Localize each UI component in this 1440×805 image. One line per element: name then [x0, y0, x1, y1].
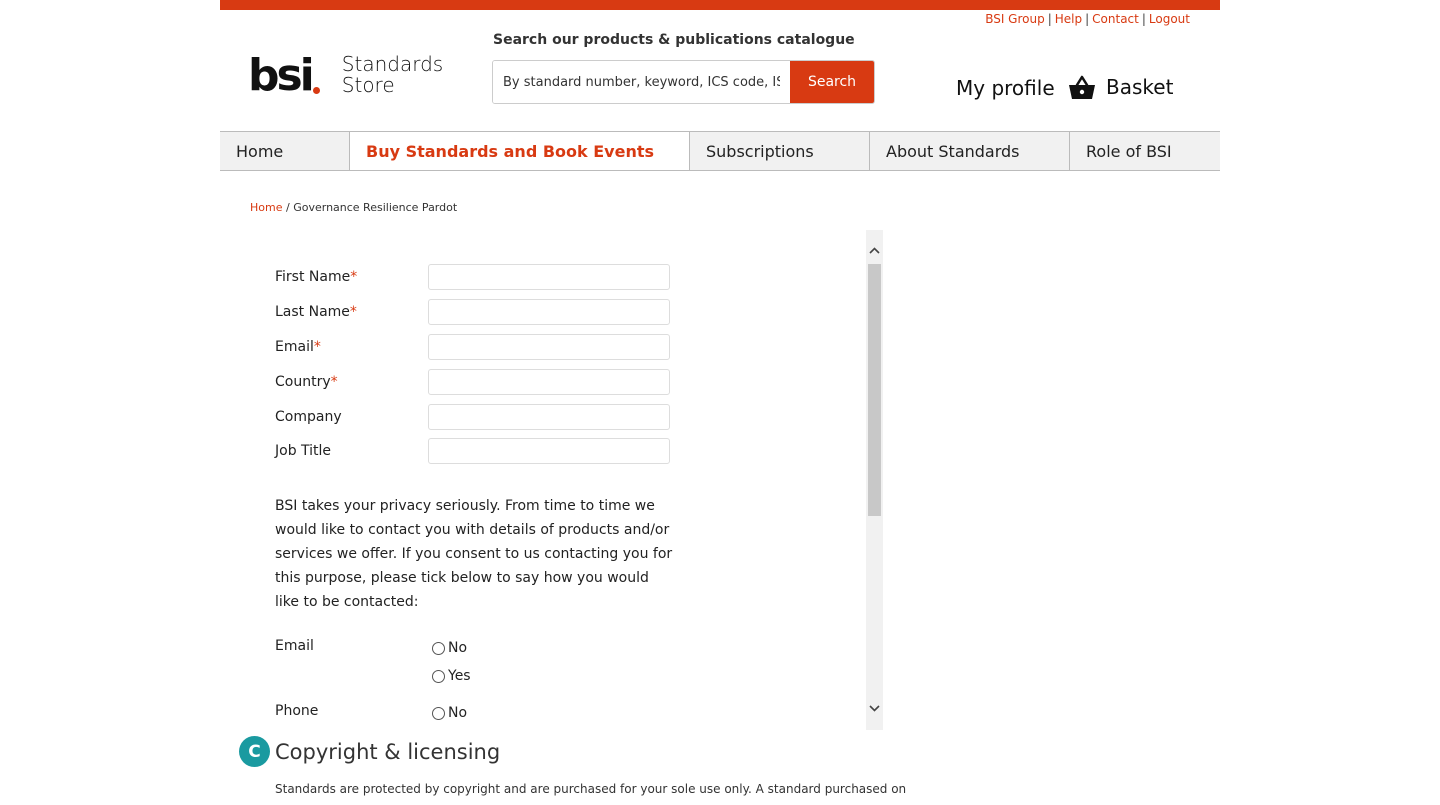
breadcrumb: Home / Governance Resilience Pardot	[250, 201, 457, 214]
phone-pref-label: Phone	[275, 703, 319, 719]
radio-circle[interactable]	[432, 669, 445, 683]
radio-circle[interactable]	[432, 641, 445, 655]
required-marker: *	[313, 339, 321, 355]
bsi-logo[interactable]: bsi Standards Store	[248, 54, 443, 98]
form-row-country: Country*	[275, 369, 670, 395]
radio-label-no: No	[448, 640, 468, 656]
last-name-field[interactable]	[428, 299, 670, 325]
radio-label-yes: Yes	[448, 668, 471, 684]
form-scrollbar[interactable]	[866, 230, 883, 730]
scroll-up-icon[interactable]	[866, 240, 883, 260]
first-name-field[interactable]	[428, 264, 670, 290]
top-accent-bar	[220, 0, 1220, 10]
privacy-text: BSI takes your privacy seriously. From t…	[275, 498, 673, 610]
nav-subscriptions[interactable]: Subscriptions	[690, 132, 870, 170]
nav-about-standards[interactable]: About Standards	[870, 132, 1070, 170]
required-marker: *	[330, 374, 338, 390]
bsi-group-link[interactable]: BSI Group	[985, 12, 1045, 26]
basket-link[interactable]: Basket	[1068, 74, 1173, 100]
radio-circle[interactable]	[432, 706, 445, 720]
search-label: Search our products & publications catal…	[493, 32, 855, 48]
job-title-field[interactable]	[428, 438, 670, 464]
logo-dot	[312, 87, 320, 94]
logo-brand: bsi	[248, 50, 315, 101]
scroll-down-icon[interactable]	[866, 698, 883, 718]
contact-link[interactable]: Contact	[1092, 12, 1139, 26]
email-pref-no[interactable]: No	[432, 640, 467, 656]
copyright-title: Copyright & licensing	[275, 739, 501, 764]
contact-form-frame: First Name* Last Name* Email* Country* C…	[250, 230, 884, 730]
email-pref-yes[interactable]: Yes	[432, 668, 471, 684]
my-profile-link[interactable]: My profile	[956, 76, 1055, 100]
help-link[interactable]: Help	[1055, 12, 1082, 26]
breadcrumb-separator: /	[285, 201, 290, 214]
nav-home[interactable]: Home	[220, 132, 350, 170]
form-row-company: Company	[275, 404, 670, 430]
form-row-email: Email*	[275, 334, 670, 360]
company-field[interactable]	[428, 404, 670, 430]
basket-icon	[1069, 75, 1095, 99]
form-row-last-name: Last Name*	[275, 299, 670, 325]
job-title-label: Job Title	[275, 443, 332, 459]
scrollbar-thumb[interactable]	[868, 264, 881, 516]
nav-buy-standards[interactable]: Buy Standards and Book Events	[350, 132, 690, 170]
search-box: Search	[492, 60, 875, 104]
email-label: Email*	[275, 339, 321, 355]
utility-links: BSI Group | Help | Contact | Logout	[985, 12, 1190, 26]
main-nav: Home Buy Standards and Book Events Subsc…	[220, 131, 1220, 171]
phone-pref-no[interactable]: No	[432, 705, 467, 721]
last-name-label: Last Name*	[275, 304, 357, 320]
copyright-heading: C Copyright & licensing	[239, 736, 500, 767]
search-button[interactable]: Search	[790, 61, 874, 103]
logout-link[interactable]: Logout	[1149, 12, 1190, 26]
first-name-label: First Name*	[275, 269, 358, 285]
search-input[interactable]	[493, 61, 790, 103]
email-pref-label: Email	[275, 638, 314, 654]
nav-role-of-bsi[interactable]: Role of BSI	[1070, 132, 1220, 170]
form-row-first-name: First Name*	[275, 264, 670, 290]
copyright-badge-icon: C	[239, 736, 270, 767]
country-label: Country*	[275, 374, 338, 390]
breadcrumb-home[interactable]: Home	[250, 201, 282, 214]
email-field[interactable]	[428, 334, 670, 360]
form-row-job-title: Job Title	[275, 438, 670, 464]
required-marker: *	[350, 269, 358, 285]
logo-store-line1: Standards	[341, 52, 444, 76]
basket-label: Basket	[1106, 75, 1174, 99]
required-marker: *	[349, 304, 357, 320]
country-field[interactable]	[428, 369, 670, 395]
company-label: Company	[275, 409, 342, 425]
logo-store-text: Standards Store	[342, 54, 443, 96]
radio-label-no: No	[448, 705, 468, 721]
breadcrumb-current: Governance Resilience Pardot	[293, 201, 458, 214]
logo-store-line2: Store	[341, 73, 395, 97]
copyright-text: Standards are protected by copyright and…	[275, 782, 907, 796]
